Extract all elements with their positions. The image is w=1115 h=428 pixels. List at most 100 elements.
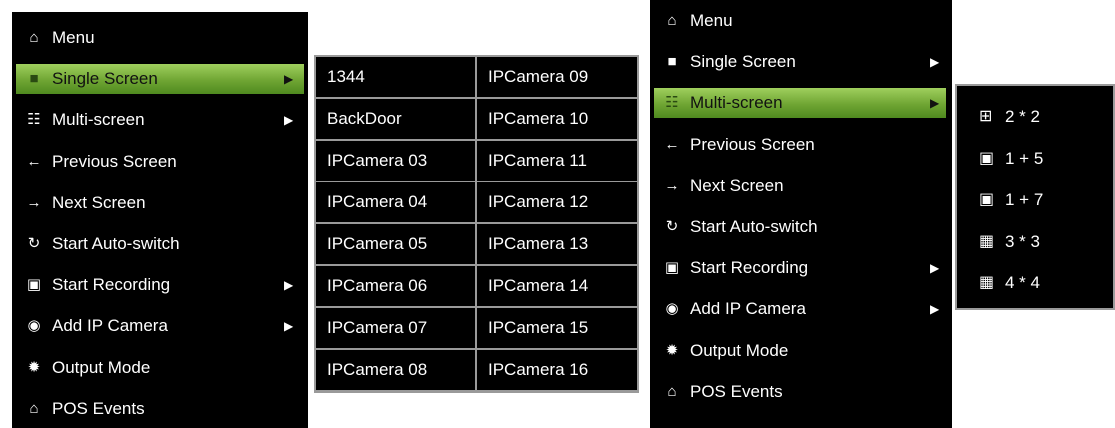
- multi-screen-icon: ☷: [665, 94, 679, 112]
- camera-item[interactable]: IPCamera 08: [316, 349, 475, 390]
- menu-item-multi-screen[interactable]: ☷ Multi-screen ▶: [654, 88, 946, 119]
- menu-item-label: Multi-screen: [52, 110, 145, 130]
- menu-item-single-screen[interactable]: ■ Single Screen ▶: [16, 64, 304, 95]
- output-mode-icon: ✹: [665, 341, 679, 359]
- menu-item-previous-screen[interactable]: ← Previous Screen: [16, 147, 304, 177]
- submenu-arrow-icon: ▶: [284, 72, 294, 87]
- menu-item-add-ip-camera[interactable]: ◉ Add IP Camera ▶: [16, 311, 304, 341]
- camera-item[interactable]: IPCamera 16: [477, 349, 637, 390]
- layout-option-label: 4 * 4: [1005, 273, 1040, 292]
- home-icon: ⌂: [667, 382, 677, 400]
- camera-item[interactable]: IPCamera 06: [316, 266, 475, 306]
- camera-item[interactable]: BackDoor: [316, 98, 475, 139]
- menu-item-label: Start Recording: [690, 258, 809, 278]
- layout-submenu: ⊞ 2 * 2 ▣ 1 + 5 ▣ 1 + 7 ▦ 3 * 3 ▦ 4 * 4: [955, 84, 1115, 310]
- add-camera-icon: ◉: [665, 300, 679, 318]
- home-icon: ⌂: [29, 29, 39, 46]
- layout-option-label: 3 * 3: [1005, 231, 1040, 251]
- menu-item-label: Previous Screen: [690, 134, 815, 154]
- camera-item[interactable]: IPCamera 14: [477, 266, 637, 306]
- menu-item-label: Start Recording: [52, 275, 171, 295]
- multi-screen-icon: ☷: [27, 111, 41, 129]
- menu-item-label: Single Screen: [690, 52, 796, 72]
- menu-item-label: Output Mode: [52, 357, 151, 377]
- recording-icon: ▣: [26, 276, 42, 294]
- menu-item-label: Previous Screen: [52, 151, 177, 171]
- submenu-arrow-icon: ▶: [284, 319, 294, 334]
- submenu-arrow-icon: ▶: [284, 113, 294, 128]
- menu-item-label: Menu: [690, 11, 733, 30]
- layout-option-2-2[interactable]: ⊞ 2 * 2: [957, 98, 1107, 136]
- menu-item-next-screen[interactable]: → Next Screen: [16, 188, 304, 218]
- menu-item-label: Start Auto-switch: [690, 217, 818, 236]
- menu-item-label: Multi-screen: [690, 93, 783, 113]
- left-context-menu: ⌂ Menu ■ Single Screen ▶ ☷ Multi-screen ▶ ← Previ…: [12, 12, 308, 428]
- grid-2x2-icon: ⊞: [979, 108, 993, 125]
- submenu-arrow-icon: ▶: [284, 278, 294, 293]
- layout-option-4-4[interactable]: ▦ 4 * 4: [957, 264, 1107, 302]
- camera-item[interactable]: IPCamera 13: [477, 224, 637, 265]
- add-camera-icon: ◉: [27, 317, 41, 335]
- menu-item-label: Next Screen: [690, 175, 784, 195]
- menu-item-output-mode[interactable]: ✹ Output Mode: [16, 353, 304, 383]
- menu-item-output-mode[interactable]: ✹ Output Mode: [654, 336, 946, 366]
- right-context-menu: ⌂ Menu ■ Single Screen ▶ ☷ Multi-screen ▶ ← Previ…: [650, 0, 952, 428]
- menu-item-add-ip-camera[interactable]: ◉ Add IP Camera ▶: [654, 294, 946, 324]
- menu-item-multi-screen[interactable]: ☷ Multi-screen ▶: [16, 105, 304, 135]
- refresh-icon: ↻: [27, 235, 41, 252]
- menu-item-next-screen[interactable]: → Next Screen: [654, 171, 946, 201]
- menu-item-label: POS Events: [690, 381, 783, 401]
- recording-icon: ▣: [664, 259, 680, 277]
- single-screen-icon: ■: [29, 70, 39, 88]
- menu-item-start-auto-switch[interactable]: ↻ Start Auto-switch: [654, 212, 946, 242]
- layout-option-1-5[interactable]: ▣ 1 + 5: [957, 140, 1107, 178]
- menu-item-label: Next Screen: [52, 192, 146, 212]
- output-mode-icon: ✹: [27, 358, 41, 376]
- layout-1-plus-5-icon: ▣: [979, 149, 995, 167]
- menu-item-start-auto-switch[interactable]: ↻ Start Auto-switch: [16, 229, 304, 259]
- menu-item-start-recording[interactable]: ▣ Start Recording ▶: [654, 253, 946, 283]
- menu-item-pos-events[interactable]: ⌂ POS Events: [654, 377, 946, 407]
- layout-option-label: 2 * 2: [1005, 107, 1040, 126]
- home-icon: ⌂: [29, 399, 39, 417]
- menu-item-label: Output Mode: [690, 340, 789, 360]
- menu-item-pos-events[interactable]: ⌂ POS Events: [16, 394, 304, 424]
- layout-option-label: 1 + 7: [1005, 190, 1044, 209]
- menu-item-menu[interactable]: ⌂ Menu: [16, 23, 304, 53]
- menu-item-label: POS Events: [52, 398, 145, 418]
- camera-item[interactable]: IPCamera 11: [477, 140, 637, 181]
- submenu-arrow-icon: ▶: [930, 55, 940, 70]
- arrow-left-icon: ←: [26, 152, 42, 170]
- layout-option-3-3[interactable]: ▦ 3 * 3: [957, 223, 1107, 261]
- menu-item-start-recording[interactable]: ▣ Start Recording ▶: [16, 270, 304, 300]
- arrow-right-icon: →: [664, 176, 680, 194]
- layout-1-plus-7-icon: ▣: [979, 191, 995, 208]
- menu-item-label: Add IP Camera: [52, 316, 168, 336]
- submenu-arrow-icon: ▶: [930, 302, 940, 317]
- camera-item[interactable]: IPCamera 05: [316, 224, 475, 265]
- camera-item[interactable]: IPCamera 10: [477, 98, 637, 139]
- camera-item[interactable]: IPCamera 07: [316, 307, 475, 348]
- camera-list-submenu: 1344 BackDoor IPCamera 03 IPCamera 04 IPCame…: [314, 55, 639, 393]
- arrow-right-icon: →: [26, 193, 42, 211]
- home-icon: ⌂: [667, 12, 677, 29]
- camera-item[interactable]: IPCamera 03: [316, 140, 475, 181]
- menu-item-label: Menu: [52, 28, 95, 47]
- menu-item-label: Add IP Camera: [690, 299, 806, 319]
- menu-item-previous-screen[interactable]: ← Previous Screen: [654, 130, 946, 160]
- menu-item-single-screen[interactable]: ■ Single Screen ▶: [654, 47, 946, 77]
- layout-option-label: 1 + 5: [1005, 148, 1044, 168]
- submenu-arrow-icon: ▶: [930, 96, 940, 111]
- single-screen-icon: ■: [667, 53, 677, 71]
- submenu-arrow-icon: ▶: [930, 261, 940, 276]
- menu-item-label: Single Screen: [52, 69, 158, 89]
- layout-option-1-7[interactable]: ▣ 1 + 7: [957, 181, 1107, 219]
- menu-item-menu[interactable]: ⌂ Menu: [654, 6, 946, 36]
- camera-item[interactable]: 1344: [316, 57, 475, 97]
- camera-item[interactable]: IPCamera 09: [477, 57, 637, 97]
- camera-item[interactable]: IPCamera 15: [477, 307, 637, 348]
- camera-item[interactable]: IPCamera 12: [477, 182, 637, 223]
- arrow-left-icon: ←: [664, 135, 680, 153]
- camera-item[interactable]: IPCamera 04: [316, 182, 475, 223]
- grid-4x4-icon: ▦: [979, 274, 995, 291]
